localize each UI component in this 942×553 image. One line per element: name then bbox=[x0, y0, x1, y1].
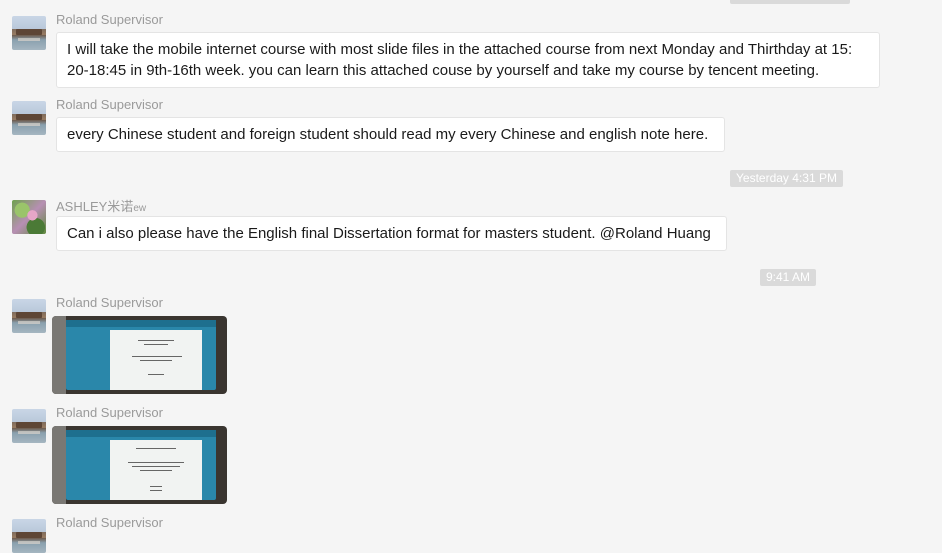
sender-name: ASHLEY米诺ew bbox=[56, 196, 146, 215]
avatar-roland-supervisor[interactable] bbox=[12, 299, 46, 333]
message-bubble[interactable]: Can i also please have the English final… bbox=[56, 216, 727, 251]
avatar-roland-supervisor[interactable] bbox=[12, 16, 46, 50]
sender-name: Roland Supervisor bbox=[56, 515, 163, 530]
photo-toolbar bbox=[66, 320, 216, 327]
message-bubble[interactable]: I will take the mobile internet course w… bbox=[56, 32, 880, 88]
sender-name: Roland Supervisor bbox=[56, 295, 163, 310]
timestamp: 9:41 AM bbox=[760, 269, 817, 286]
photo-detail bbox=[52, 426, 66, 504]
photo-document bbox=[110, 440, 202, 500]
timestamp-partial bbox=[730, 0, 850, 4]
sender-name: Roland Supervisor bbox=[56, 405, 163, 420]
image-attachment[interactable] bbox=[52, 426, 227, 504]
image-attachment[interactable] bbox=[52, 316, 227, 394]
timestamp: Yesterday 4:31 PM bbox=[730, 170, 843, 187]
sender-name: Roland Supervisor bbox=[56, 97, 163, 112]
sender-name: Roland Supervisor bbox=[56, 12, 163, 27]
avatar-roland-supervisor[interactable] bbox=[12, 409, 46, 443]
photo-detail bbox=[52, 316, 66, 394]
avatar-ashley[interactable] bbox=[12, 200, 46, 234]
message-bubble[interactable]: every Chinese student and foreign studen… bbox=[56, 117, 725, 152]
avatar-roland-supervisor[interactable] bbox=[12, 519, 46, 553]
photo-toolbar bbox=[66, 430, 216, 437]
avatar-roland-supervisor[interactable] bbox=[12, 101, 46, 135]
sender-name-suffix: ew bbox=[133, 203, 147, 214]
sender-name-text: ASHLEY米诺 bbox=[56, 199, 134, 214]
photo-screen bbox=[66, 430, 216, 500]
photo-document bbox=[110, 330, 202, 390]
photo-screen bbox=[66, 320, 216, 390]
